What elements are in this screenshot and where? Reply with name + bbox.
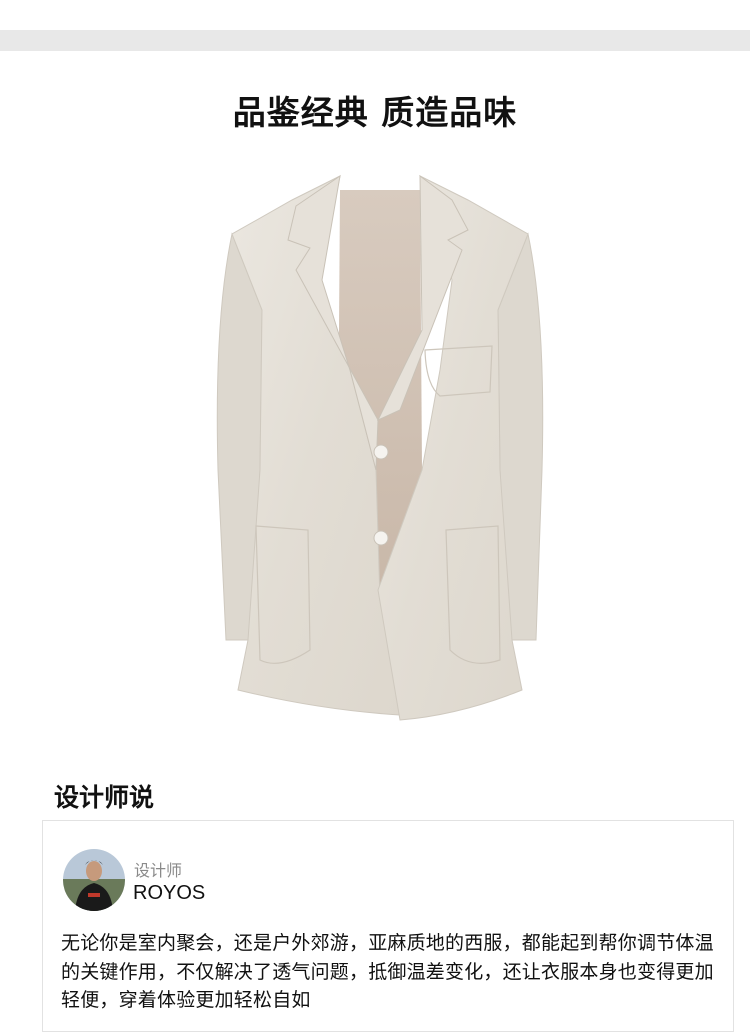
bottom-button	[373, 530, 389, 546]
page-headline: 品鉴经典 质造品味	[232, 93, 518, 132]
designer-card: 设计师 ROYOS 无论你是室内聚会，还是户外郊游，亚麻质地的西服，都能起到帮你…	[42, 820, 734, 1032]
top-divider-bar	[0, 30, 750, 51]
product-image-linen-blazer	[200, 170, 560, 730]
designer-section-title: 设计师说	[54, 783, 155, 812]
designer-role-label: 设计师	[134, 861, 183, 880]
designer-quote: 无论你是室内聚会，还是户外郊游，亚麻质地的西服，都能起到帮你调节体温的关键作用，…	[61, 932, 714, 1011]
designer-avatar	[63, 849, 125, 911]
designer-name: ROYOS	[133, 882, 206, 904]
top-button	[373, 444, 389, 460]
designer-avatar-icon	[63, 849, 125, 911]
blazer-illustration	[216, 174, 544, 721]
